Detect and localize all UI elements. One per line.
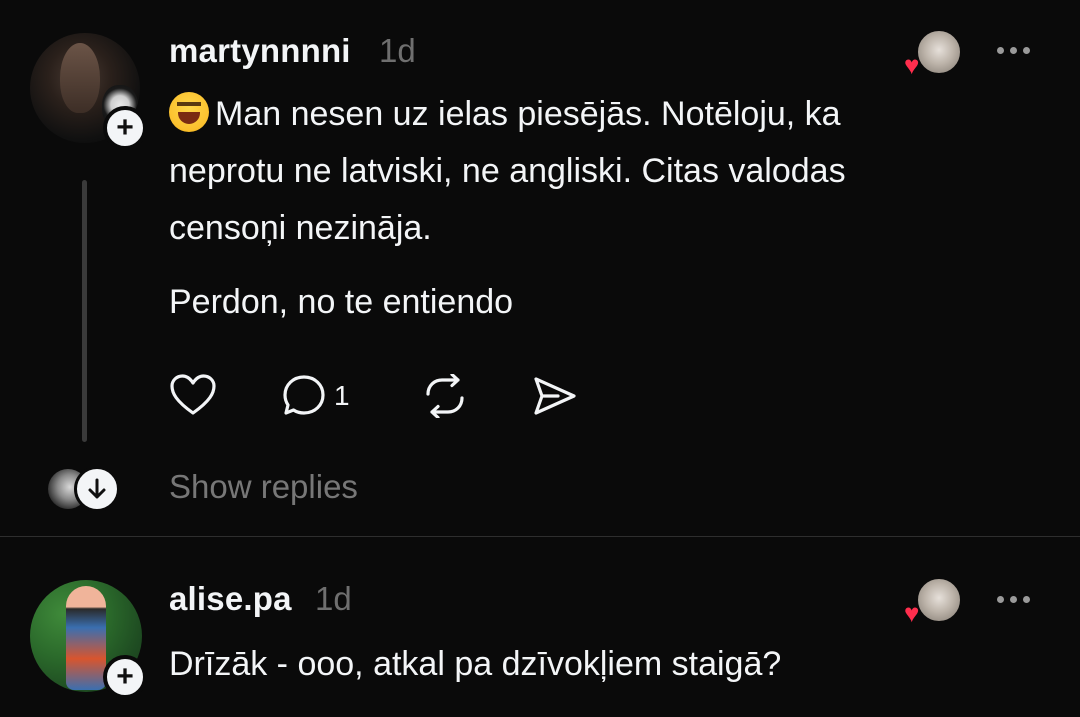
heart-icon: ♥: [904, 598, 920, 628]
dot: [997, 596, 1004, 603]
follow-button[interactable]: +: [103, 655, 147, 699]
username[interactable]: martynnnni: [169, 32, 351, 70]
plus-icon: +: [116, 111, 134, 144]
heart-outline-icon: [170, 374, 216, 415]
share-button[interactable]: [532, 375, 578, 417]
dot: [997, 47, 1004, 54]
liked-by-avatar[interactable]: [916, 29, 962, 75]
more-options-button[interactable]: [997, 47, 1030, 54]
comment-count: 1: [334, 380, 350, 411]
repost-button[interactable]: [422, 374, 468, 418]
post-line-3: censoņi nezināja.: [169, 209, 432, 247]
dot: [1010, 596, 1017, 603]
post-line-1: Man nesen uz ielas piesējās. Notēloju, k…: [169, 86, 846, 143]
post-body: Drīzāk - ooo, atkal pa dzīvokļiem staigā…: [169, 645, 782, 683]
show-replies-link[interactable]: Show replies: [169, 468, 358, 506]
expand-replies-button[interactable]: [74, 466, 120, 512]
post-time: 1d: [315, 580, 352, 617]
dot: [1023, 47, 1030, 54]
send-icon: [534, 377, 576, 415]
username[interactable]: alise.pa: [169, 580, 292, 618]
comment-icon: [283, 375, 325, 415]
comment-button[interactable]: 1: [282, 374, 350, 418]
liked-by-avatar[interactable]: [916, 577, 962, 623]
post-line-2: neprotu ne latviski, ne angliski. Citas …: [169, 152, 846, 190]
arrow-down-icon: [88, 478, 106, 499]
like-button[interactable]: [170, 374, 216, 416]
avatar-person: [66, 586, 106, 690]
dot: [1010, 47, 1017, 54]
replies-avatars[interactable]: [48, 466, 122, 514]
post-paragraph-2: Perdon, no te entiendo: [169, 283, 514, 321]
thread-line: [82, 180, 87, 442]
more-options-button[interactable]: [997, 596, 1030, 603]
follow-button[interactable]: +: [103, 106, 147, 150]
post-body: Man nesen uz ielas piesējās. Notēloju, k…: [169, 86, 846, 257]
dot: [1023, 596, 1030, 603]
laughing-emoji-icon: [169, 92, 209, 132]
plus-icon: +: [116, 660, 134, 693]
heart-icon: ♥: [904, 50, 920, 80]
post-time: 1d: [379, 32, 416, 69]
repost-icon: [426, 374, 464, 418]
avatar-face: [60, 43, 100, 113]
divider: [0, 536, 1080, 537]
